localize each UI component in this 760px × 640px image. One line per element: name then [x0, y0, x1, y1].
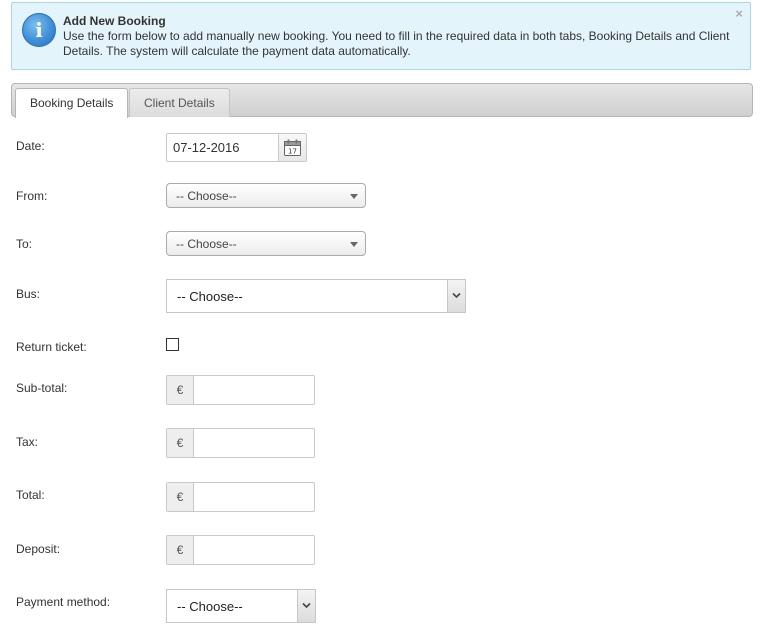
notice-box: i Add New Booking Use the form below to …: [11, 2, 751, 70]
caret-down-icon: [350, 242, 358, 247]
payment-method-select[interactable]: -- Choose--: [166, 589, 316, 623]
sub-total-input[interactable]: [195, 376, 313, 404]
euro-icon: €: [167, 429, 194, 457]
payment-method-value: -- Choose--: [177, 599, 243, 614]
calendar-icon: 17: [284, 139, 301, 156]
calendar-day-text: 17: [288, 148, 297, 156]
notice-title: Add New Booking: [63, 14, 166, 28]
info-icon: i: [22, 13, 56, 47]
dropdown-button: [297, 590, 315, 622]
date-label: Date:: [16, 139, 45, 153]
euro-icon: €: [167, 376, 194, 404]
tax-label: Tax:: [16, 435, 39, 449]
deposit-input[interactable]: [195, 536, 313, 564]
tab-booking-details[interactable]: Booking Details: [15, 88, 129, 118]
calendar-button[interactable]: 17: [278, 134, 306, 161]
chevron-down-icon: [452, 292, 461, 299]
tab-bar: Booking Details Client Details: [11, 83, 753, 118]
euro-icon: €: [167, 483, 194, 511]
date-input[interactable]: [167, 134, 279, 161]
tax-input[interactable]: [195, 429, 313, 457]
to-select[interactable]: -- Choose--: [166, 231, 366, 256]
from-label: From:: [16, 189, 48, 203]
date-field: 17: [166, 133, 307, 162]
bus-select[interactable]: -- Choose--: [166, 279, 466, 313]
notice-text: Use the form below to add manually new b…: [63, 29, 730, 58]
bus-select-value: -- Choose--: [177, 289, 243, 304]
caret-down-icon: [350, 194, 358, 199]
total-label: Total:: [16, 488, 45, 502]
sub-total-field: €: [166, 375, 315, 405]
payment-method-label: Payment method:: [16, 595, 111, 609]
to-select-value: -- Choose--: [176, 237, 237, 251]
total-field: €: [166, 482, 315, 512]
tab-client-details[interactable]: Client Details: [129, 88, 230, 117]
return-ticket-label: Return ticket:: [16, 340, 87, 354]
from-select[interactable]: -- Choose--: [166, 183, 366, 208]
tax-field: €: [166, 428, 315, 458]
bus-label: Bus:: [16, 287, 41, 301]
return-ticket-checkbox[interactable]: [166, 338, 179, 351]
chevron-down-icon: [302, 602, 311, 609]
deposit-field: €: [166, 535, 315, 565]
total-input[interactable]: [195, 483, 313, 511]
deposit-label: Deposit:: [16, 542, 61, 556]
from-select-value: -- Choose--: [176, 189, 237, 203]
euro-icon: €: [167, 536, 194, 564]
to-label: To:: [16, 237, 33, 251]
sub-total-label: Sub-total:: [16, 381, 68, 395]
close-icon[interactable]: ×: [735, 6, 743, 21]
dropdown-button: [447, 280, 465, 312]
